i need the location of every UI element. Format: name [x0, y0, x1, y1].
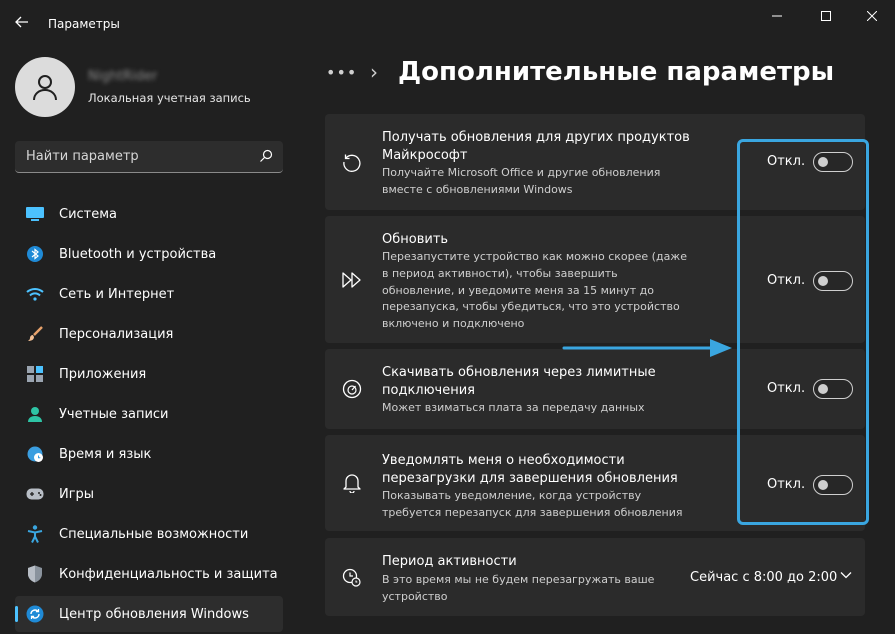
sidebar-item-network[interactable]: Сеть и Интернет — [15, 276, 283, 312]
setting-title: Получать обновления для других продуктов… — [382, 130, 690, 163]
wifi-icon — [26, 285, 44, 303]
history-icon — [341, 151, 363, 173]
sidebar-item-gaming[interactable]: Игры — [15, 476, 283, 512]
globe-clock-icon — [26, 445, 44, 463]
sidebar-item-label: Приложения — [59, 366, 147, 382]
breadcrumb-more-button[interactable]: ••• — [326, 63, 357, 82]
setting-title: Скачивать обновления через лимитные подк… — [382, 365, 656, 398]
active-hours-value: Сейчас с 8:00 до 2:00 — [690, 570, 838, 585]
bluetooth-icon — [26, 245, 44, 263]
setting-description: Показывать уведомление, когда устройству… — [382, 489, 683, 519]
sidebar-item-label: Специальные возможности — [59, 526, 249, 542]
apps-icon — [26, 365, 44, 383]
sidebar-item-label: Конфиденциальность и защита — [59, 566, 278, 582]
title-bar: Параметры — [0, 0, 895, 40]
speedometer-icon — [341, 378, 363, 400]
minimize-button[interactable] — [754, 0, 800, 32]
chevron-down-icon[interactable] — [840, 571, 852, 579]
sidebar-item-apps[interactable]: Приложения — [15, 356, 283, 392]
shield-icon — [26, 565, 44, 583]
accessibility-icon — [26, 525, 44, 543]
sidebar-item-label: Персонализация — [59, 326, 174, 342]
sidebar-item-windows-update[interactable]: Центр обновления Windows — [15, 596, 283, 632]
monitor-icon — [26, 205, 44, 223]
sidebar-item-system[interactable]: Система — [15, 196, 283, 232]
sidebar-item-label: Время и язык — [59, 446, 152, 462]
sidebar-item-label: Игры — [59, 486, 95, 502]
arrow-left-icon — [15, 16, 28, 28]
close-button[interactable] — [849, 0, 895, 32]
search-input[interactable]: Найти параметр — [15, 141, 283, 173]
arrow-right-annotation — [562, 339, 732, 357]
user-name: NightRider — [88, 69, 158, 84]
account-type: Локальная учетная запись — [88, 91, 251, 105]
gamepad-icon — [26, 485, 44, 503]
setting-description: Перезапустите устройство как можно скоре… — [382, 250, 687, 331]
maximize-button[interactable] — [803, 0, 849, 32]
sidebar-item-privacy[interactable]: Конфиденциальность и защита — [15, 556, 283, 592]
sidebar-nav: Система Bluetooth и устройства Сеть и Ин… — [15, 196, 283, 634]
sidebar-item-label: Учетные записи — [59, 406, 169, 422]
person-icon — [26, 405, 44, 423]
setting-description: Может взиматься плата за передачу данных — [382, 401, 645, 414]
sidebar-item-label: Центр обновления Windows — [59, 606, 249, 622]
fast-forward-icon — [341, 269, 363, 291]
setting-title: Обновить — [382, 232, 449, 247]
setting-card-active-hours[interactable]: Период активности В это время мы не буде… — [325, 538, 865, 616]
setting-description: В это время мы не будем перезагружать ва… — [382, 573, 655, 603]
person-outline-icon — [33, 75, 57, 101]
sidebar-item-accessibility[interactable]: Специальные возможности — [15, 516, 283, 552]
brush-icon — [26, 325, 44, 343]
app-title: Параметры — [48, 17, 120, 31]
sidebar-item-label: Сеть и Интернет — [59, 286, 175, 302]
avatar[interactable] — [15, 57, 75, 117]
sidebar-item-label: Система — [59, 206, 118, 222]
setting-description: Получайте Microsoft Office и другие обно… — [382, 166, 661, 196]
search-placeholder: Найти параметр — [26, 149, 139, 164]
page-title: Дополнительные параметры — [398, 57, 835, 87]
update-icon — [26, 605, 44, 623]
back-button[interactable] — [8, 8, 36, 36]
setting-title: Период активности — [382, 554, 517, 569]
sidebar-item-time-language[interactable]: Время и язык — [15, 436, 283, 472]
minimize-icon — [772, 15, 782, 17]
close-icon — [867, 11, 877, 21]
bell-icon — [341, 472, 363, 494]
active-hours-icon — [341, 567, 363, 589]
setting-title: Уведомлять меня о необходимости перезагр… — [382, 453, 678, 486]
sidebar-item-bluetooth[interactable]: Bluetooth и устройства — [15, 236, 283, 272]
search-icon — [260, 149, 273, 162]
highlight-frame — [737, 139, 869, 525]
breadcrumb-separator: › — [370, 60, 378, 84]
sidebar-item-label: Bluetooth и устройства — [59, 246, 217, 262]
maximize-icon — [821, 11, 831, 21]
sidebar-item-personalization[interactable]: Персонализация — [15, 316, 283, 352]
sidebar-item-accounts[interactable]: Учетные записи — [15, 396, 283, 432]
